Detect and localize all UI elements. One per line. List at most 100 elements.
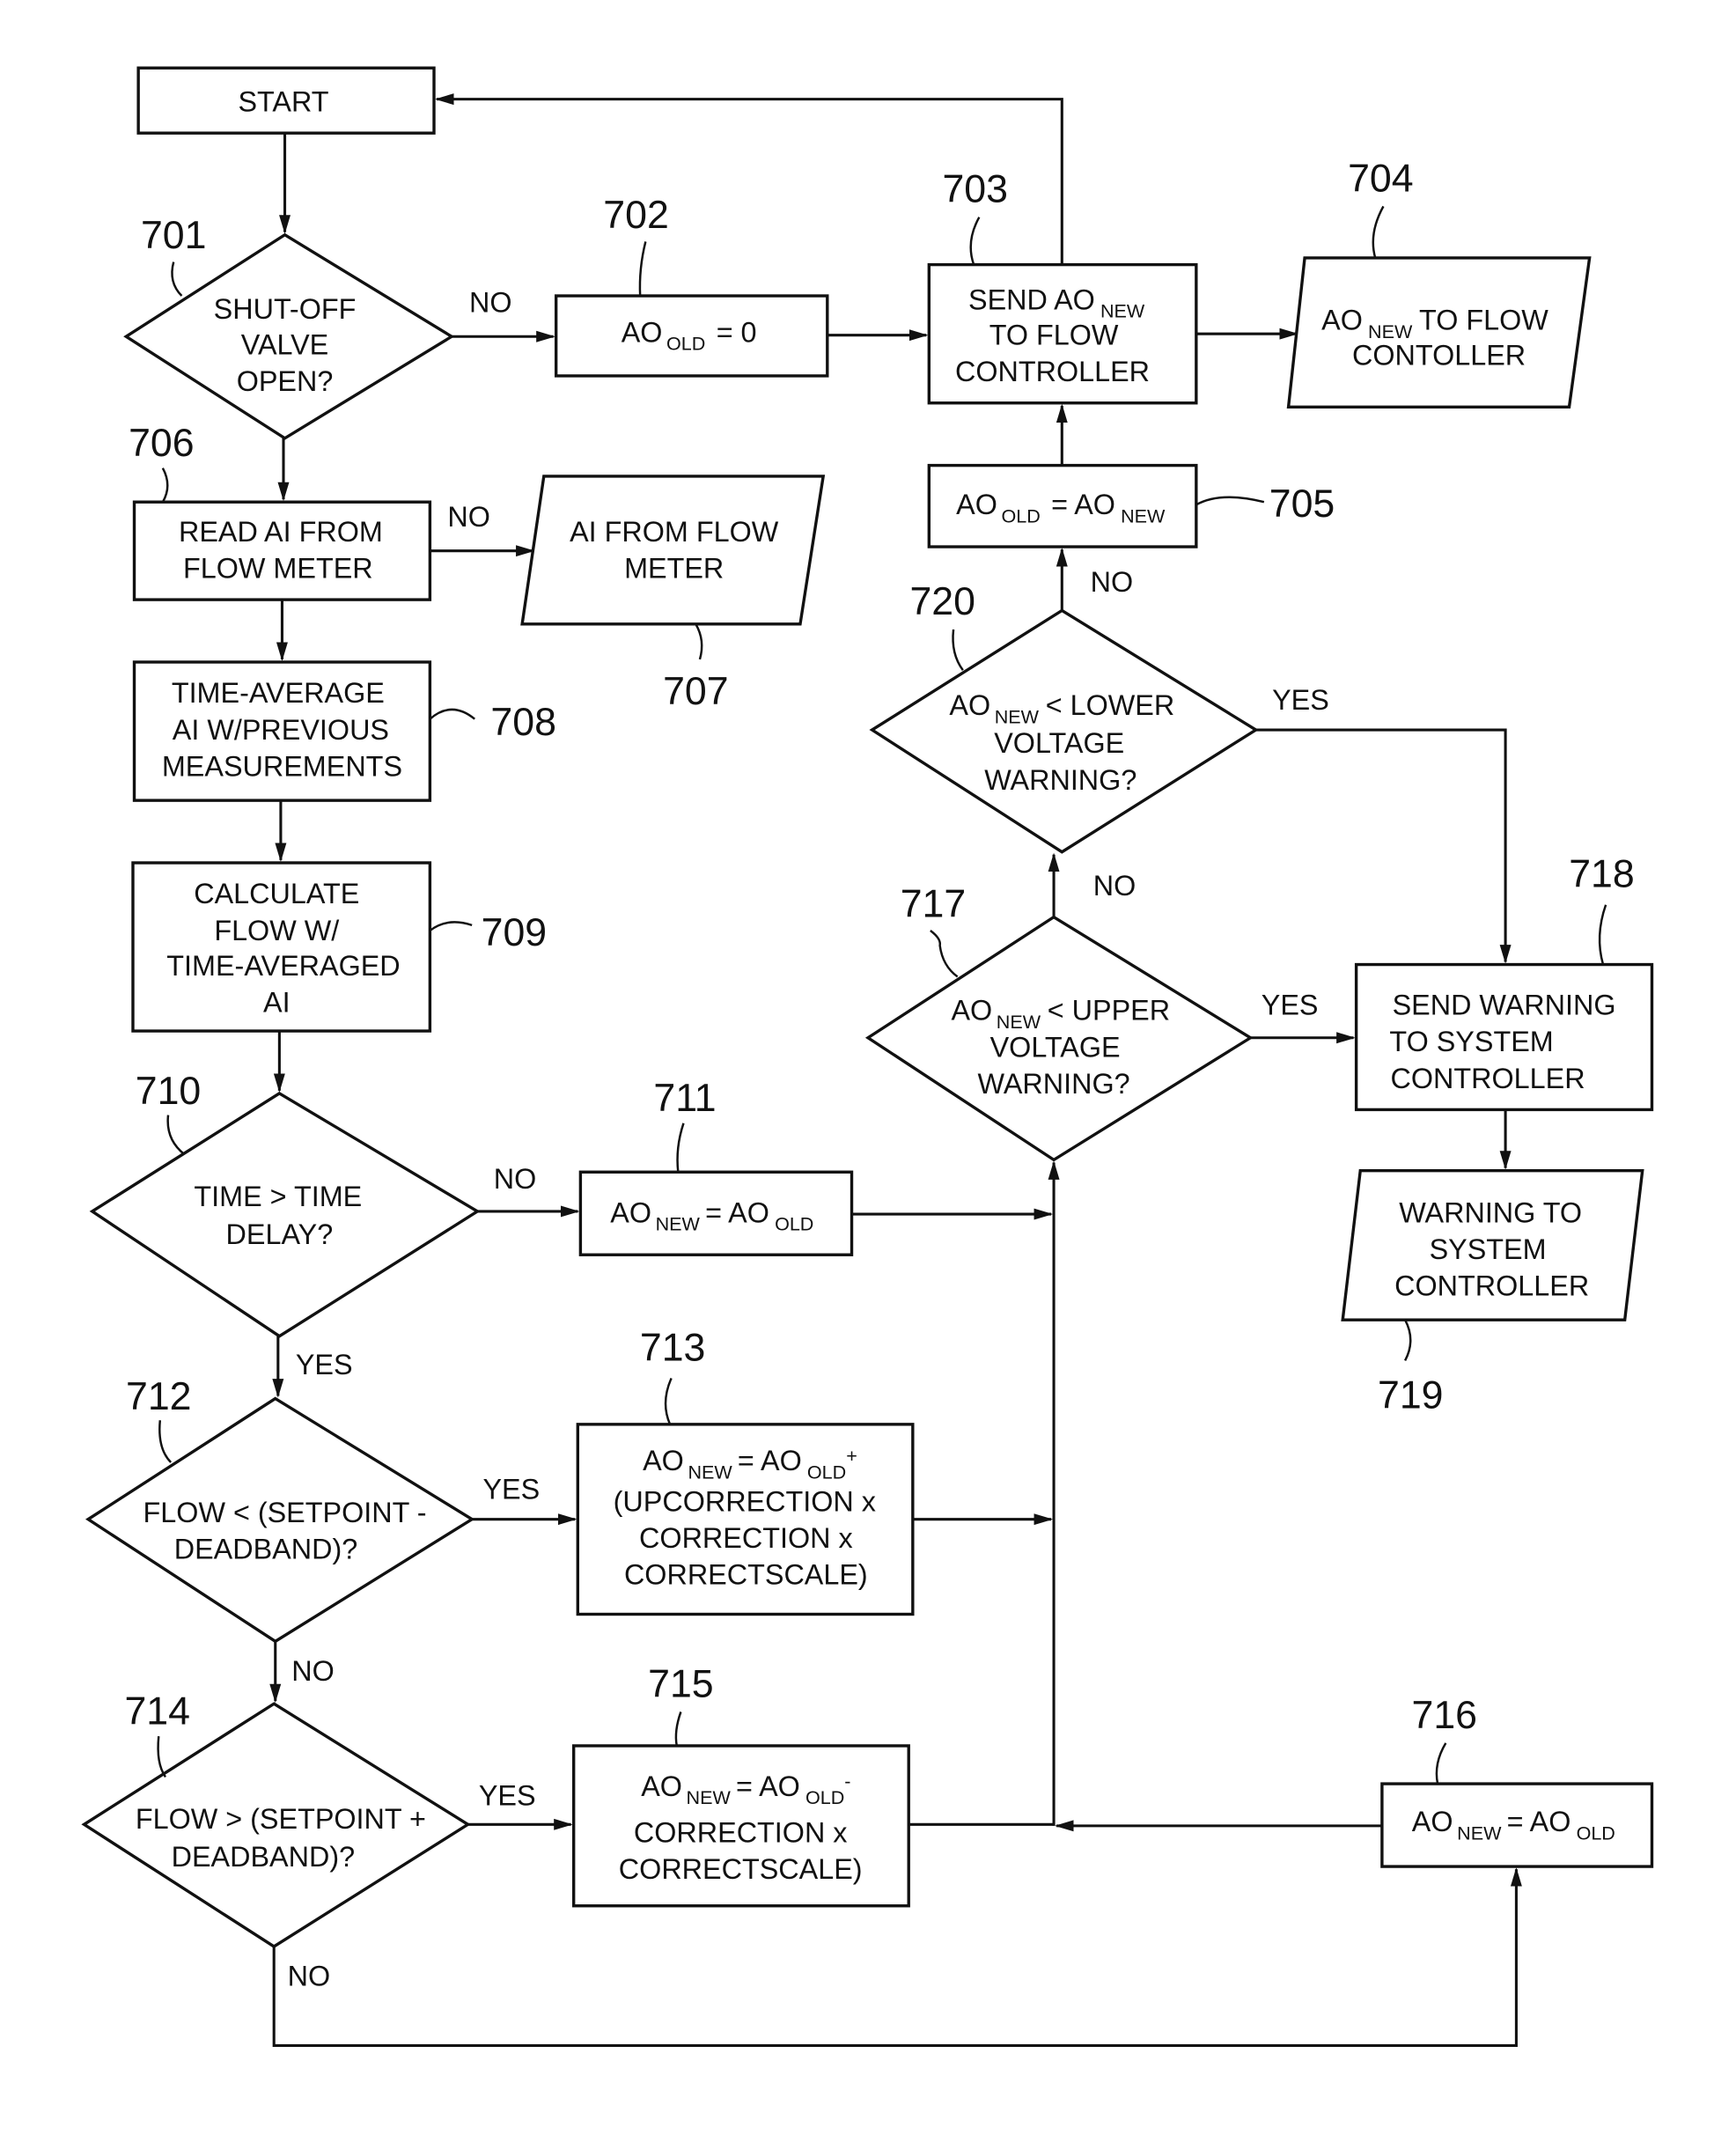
start-label: START [238,86,328,118]
label-717-no: NO [1093,870,1136,902]
leader-717 [930,930,959,978]
text-711-a-sub: NEW [656,1213,701,1235]
text-705-b-sub: NEW [1121,504,1166,526]
text-720-line3: WARNING? [984,764,1136,796]
flowchart: 701 702 703 704 705 706 707 708 709 710 … [81,66,1654,2047]
text-707-line1: AI FROM FLOW [570,516,779,548]
ref-708: 708 [490,701,556,744]
text-715-a-sub: NEW [687,1786,732,1808]
ref-710: 710 [136,1070,202,1113]
leader-703 [969,217,981,266]
leader-705 [1195,496,1265,506]
text-713-c: + [846,1445,857,1467]
text-716-a-sub: NEW [1457,1822,1502,1844]
leader-706 [161,467,169,503]
text-711-b: = AO [705,1196,769,1228]
text-715-c: - [844,1770,850,1792]
text-705-a: AO [956,489,997,520]
text-717-a: AO [951,995,992,1027]
text-715-line2: CORRECTION x [634,1816,848,1848]
text-713-line3: CORRECTION x [639,1522,853,1554]
text-711-b-sub: OLD [775,1213,813,1235]
label-710-no: NO [494,1163,537,1195]
text-704-b: TO FLOW [1419,305,1548,336]
ref-705: 705 [1269,482,1335,526]
text-703-line2: TO FLOW [989,319,1119,350]
text-701-line2: VALVE [241,328,328,360]
ref-713: 713 [640,1326,706,1369]
text-714-line1: FLOW > (SETPOINT + [136,1803,426,1835]
leader-712 [158,1420,173,1463]
text-719-line2: SYSTEM [1430,1233,1547,1265]
label-720-yes: YES [1272,684,1329,716]
ref-717: 717 [901,883,967,926]
label-712-no: NO [291,1655,335,1687]
ref-718: 718 [1569,853,1635,896]
text-703-a: SEND AO [968,283,1095,315]
text-713-a-sub: NEW [688,1461,732,1483]
ref-704: 704 [1348,157,1414,200]
label-714-no: NO [288,1961,331,1992]
text-713-line2: (UPCORRECTION x [614,1485,876,1517]
label-714-yes: YES [479,1780,536,1812]
ref-715: 715 [648,1662,714,1705]
text-704-line2: CONTOLLER [1352,340,1526,372]
text-720-line2: VOLTAGE [994,727,1124,759]
leader-702 [638,241,647,297]
text-704-a: AO [1321,305,1363,336]
text-709-line3: TIME-AVERAGED [166,950,400,982]
text-711-a: AO [610,1196,651,1228]
leader-720 [952,629,964,671]
leader-715 [674,1711,682,1747]
label-717-yes: YES [1262,990,1319,1021]
text-706-line1: READ AI FROM [179,516,383,548]
text-720-a-sub: NEW [995,705,1040,727]
text-713-b: = AO [738,1445,802,1476]
text-717-line3: WARNING? [978,1068,1130,1100]
ref-701: 701 [141,214,207,257]
leader-713 [664,1377,673,1425]
ref-714: 714 [124,1689,190,1733]
edge-720-yes-to-718 [1255,728,1512,964]
label-701-no: NO [469,287,512,319]
text-719-line3: CONTROLLER [1394,1270,1589,1301]
text-709-line4: AI [263,986,291,1018]
ref-719: 719 [1378,1373,1444,1417]
leader-719 [1403,1319,1412,1362]
text-717-line2: VOLTAGE [990,1031,1121,1063]
label-712-yes: YES [482,1474,540,1505]
decision-710[interactable] [89,1091,481,1338]
text-709-line1: CALCULATE [194,878,359,909]
text-710-line2: DELAY? [226,1218,334,1250]
io-707[interactable] [520,475,826,626]
text-712-line2: DEADBAND)? [174,1533,357,1564]
text-718-line1: SEND WARNING [1393,990,1616,1021]
text-708-line2: AI W/PREVIOUS [173,714,389,746]
ref-703: 703 [942,168,1008,211]
text-719-line1: WARNING TO [1399,1196,1582,1228]
text-707-line2: METER [624,552,724,584]
ref-716: 716 [1412,1694,1478,1737]
text-702-b: = 0 [717,316,757,348]
leader-714 [157,1736,166,1778]
text-718-line2: TO SYSTEM [1389,1026,1553,1057]
ref-709: 709 [482,911,548,954]
ref-711: 711 [653,1077,716,1120]
leader-708 [429,708,476,720]
text-703-line3: CONTROLLER [955,356,1150,387]
leader-716 [1435,1742,1447,1785]
text-715-b: = AO [736,1770,800,1802]
text-716-a: AO [1412,1806,1453,1837]
text-713-line4: CORRECTSCALE) [624,1559,868,1591]
text-718-line3: CONTROLLER [1391,1063,1585,1094]
leader-710 [166,1115,186,1156]
text-702-a-sub: OLD [666,333,705,355]
text-716-b-sub: OLD [1577,1822,1615,1844]
text-715-b-sub: OLD [805,1786,844,1808]
text-720-b: < LOWER [1046,689,1174,721]
text-701-line3: OPEN? [237,365,334,397]
leader-704 [1372,205,1385,259]
label-720-no: NO [1091,566,1134,598]
text-710-line1: TIME > TIME [194,1181,362,1212]
leader-718 [1598,904,1607,965]
